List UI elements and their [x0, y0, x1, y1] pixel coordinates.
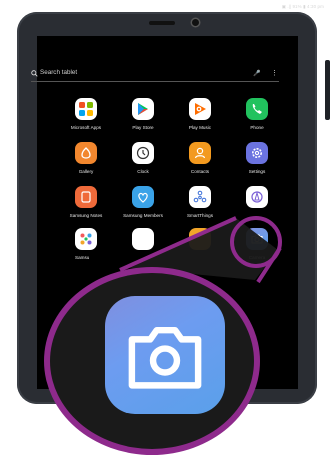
camera-icon	[105, 296, 225, 414]
camera-zoom-callout	[44, 267, 260, 455]
camera-highlight-ring	[230, 216, 282, 268]
